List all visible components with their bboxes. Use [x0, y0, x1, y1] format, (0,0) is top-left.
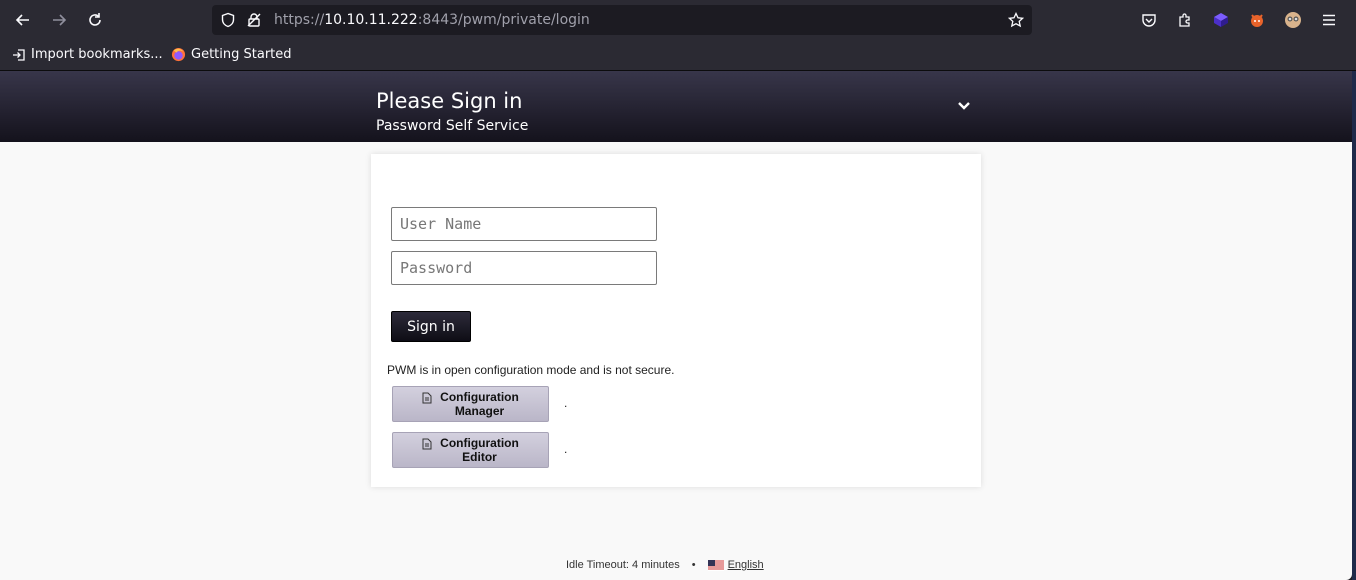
bookmark-label: Import bookmarks... [31, 47, 163, 62]
reload-icon [89, 13, 101, 26]
bookmark-label: Getting Started [191, 47, 292, 62]
menu-button[interactable] [1319, 10, 1339, 30]
chevron-down-icon[interactable] [956, 99, 972, 113]
insecure-lock-icon[interactable] [246, 12, 262, 28]
editor-dot: . [564, 442, 568, 456]
fox-icon [1251, 14, 1263, 27]
page-subtitle: Password Self Service [376, 118, 529, 134]
login-panel: Sign in PWM is in open configuration mod… [371, 154, 981, 487]
label-line: Editor [462, 450, 497, 464]
browser-toolbar: https://10.10.11.222:8443/pwm/private/lo… [0, 0, 1356, 40]
url-text[interactable]: https://10.10.11.222:8443/pwm/private/lo… [274, 12, 590, 28]
bookmark-import[interactable]: Import bookmarks... [12, 47, 163, 62]
idle-timeout: Idle Timeout: 4 minutes [566, 559, 680, 571]
puzzle-icon [1179, 13, 1190, 27]
page-footer: Idle Timeout: 4 minutes • English [566, 559, 764, 571]
bookmark-star-icon[interactable] [1008, 12, 1024, 28]
footer-separator: • [691, 559, 696, 571]
pocket-button[interactable] [1139, 10, 1159, 30]
extensions-button[interactable] [1175, 10, 1195, 30]
bookmarks-bar: Import bookmarks... Getting Started [0, 40, 1356, 71]
sign-in-button[interactable]: Sign in [391, 311, 471, 342]
url-bar[interactable]: https://10.10.11.222:8443/pwm/private/lo… [212, 5, 1032, 35]
shield-icon[interactable] [220, 12, 236, 28]
arrow-left-icon [15, 14, 29, 26]
extension-fox-button[interactable] [1247, 10, 1267, 30]
config-mode-notice: PWM is in open configuration mode and is… [387, 363, 675, 377]
reload-button[interactable] [83, 8, 107, 32]
us-flag-icon [707, 559, 724, 571]
hamburger-menu-icon [1323, 14, 1335, 26]
username-input[interactable] [391, 207, 657, 241]
label-line: Manager [454, 404, 505, 418]
firefox-icon [171, 47, 186, 62]
purple-cube-icon [1214, 13, 1228, 27]
page-header: Please Sign in Password Self Service [0, 71, 1352, 142]
label-line: Configuration [440, 436, 519, 450]
extension-purple-button[interactable] [1211, 10, 1231, 30]
pocket-icon [1142, 14, 1156, 27]
url-scheme: https:// [274, 12, 325, 28]
configuration-manager-button[interactable]: Configuration Manager [392, 386, 549, 422]
page-viewport: Please Sign in Password Self Service Sig… [0, 71, 1352, 580]
language-link[interactable]: English [728, 559, 764, 571]
import-icon [13, 48, 25, 61]
url-host: 10.10.11.222 [324, 12, 418, 28]
document-icon [422, 438, 432, 450]
document-icon [422, 392, 432, 404]
extension-face-button[interactable] [1283, 10, 1303, 30]
manager-dot: . [564, 396, 568, 410]
url-path: :8443/pwm/private/login [417, 12, 590, 28]
face-icon [1285, 12, 1301, 28]
configuration-editor-label: Configuration Editor [440, 436, 519, 464]
configuration-manager-label: Configuration Manager [440, 390, 519, 418]
desktop-background-strip [1352, 71, 1356, 580]
forward-button[interactable] [47, 8, 71, 32]
bookmark-getting-started[interactable]: Getting Started [171, 47, 292, 62]
arrow-right-icon [53, 14, 67, 26]
password-input[interactable] [391, 251, 657, 285]
configuration-editor-button[interactable]: Configuration Editor [392, 432, 549, 468]
back-button[interactable] [11, 8, 35, 32]
label-line: Configuration [440, 390, 519, 404]
page-title: Please Sign in [376, 89, 523, 113]
